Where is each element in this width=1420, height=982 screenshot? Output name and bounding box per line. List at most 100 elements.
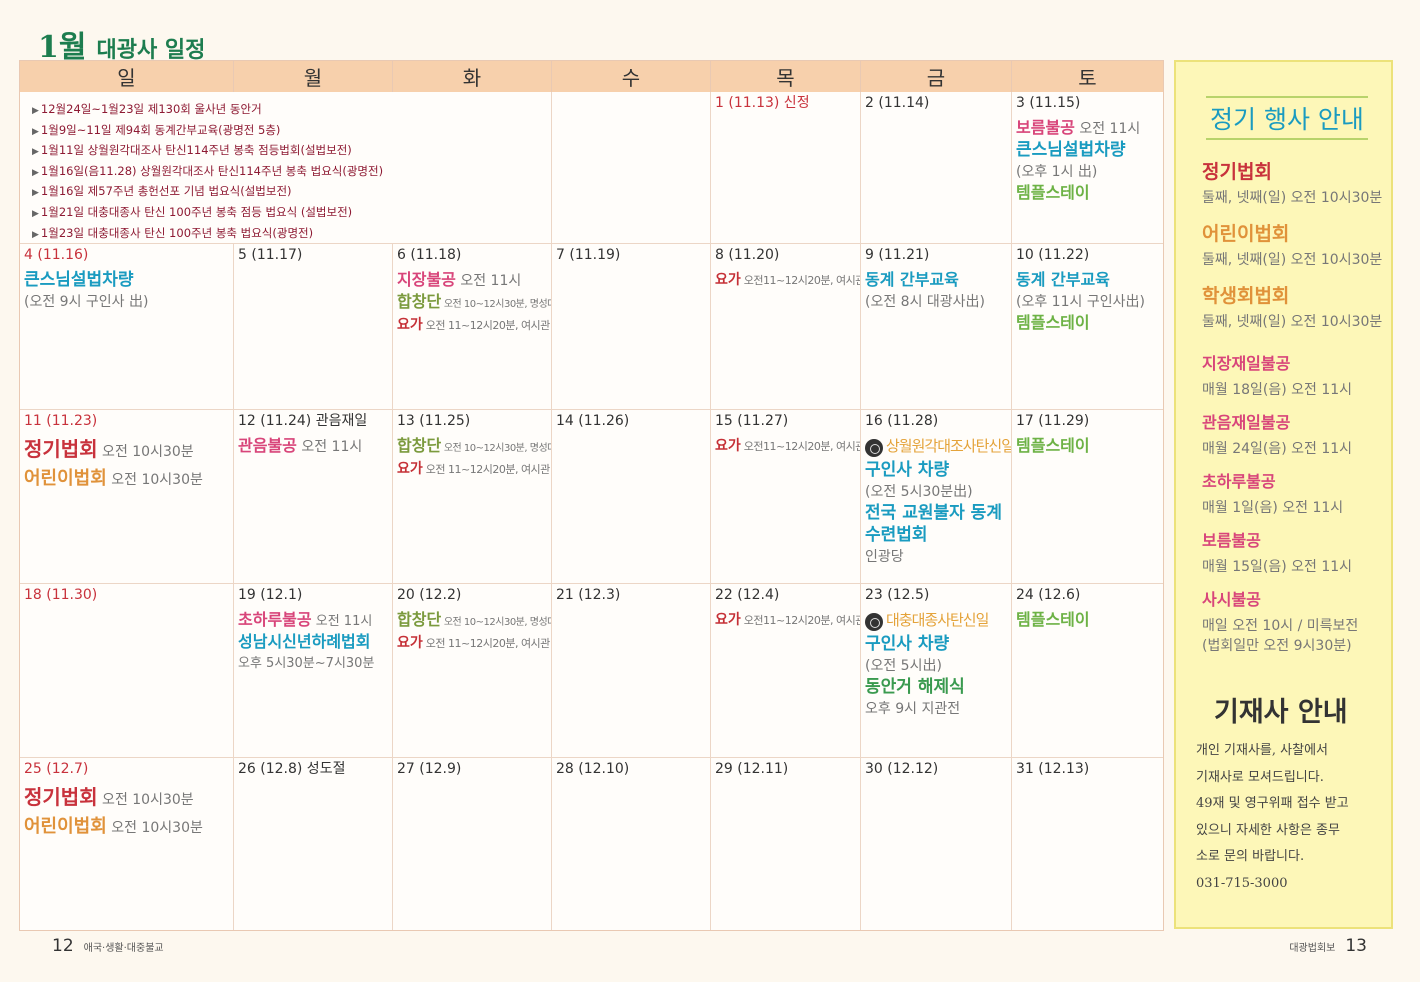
day-cell-17: 17 (11.29) 템플스테이 (1012, 410, 1163, 584)
footer-left: 12 애국·생활·대중불교 (52, 936, 164, 956)
day-date: 25 (12.7) (24, 761, 89, 777)
jesa-line: 개인 기재사를, 사찰에서 (1196, 743, 1328, 758)
day-cell-27: 27 (12.9) (393, 758, 552, 930)
day-date: 5 (11.17) (238, 247, 303, 263)
day-date: 11 (11.23) (24, 413, 98, 429)
event-time: 오전 10시30분 (106, 820, 203, 836)
day-date: 7 (11.19) (556, 247, 621, 263)
event-time: 오전 11~12시20분, 여시관 (422, 463, 551, 476)
sidebar-item-time: 둘째, 넷째(일) 오전 10시30분 (1202, 314, 1383, 330)
sidebar-item: 보름불공 매월 15일(음) 오전 11시 (1202, 529, 1352, 577)
day-date: 12 (11.24) 관음재일 (238, 413, 368, 429)
day-cell-29: 29 (12.11) (711, 758, 861, 930)
event-note: (오후 11시 구인사出) (1016, 294, 1145, 310)
day-date: 18 (11.30) (24, 587, 98, 603)
day-cell-21: 21 (12.3) (552, 584, 711, 758)
day-cell-6: 6 (11.18) 지장불공 오전 11시 합창단 오전 10~12시30분, … (393, 244, 552, 410)
event-title: 템플스테이 (1016, 436, 1090, 455)
sidebar-regular-events: 정기 행사 안내 정기법회 둘째, 넷째(일) 오전 10시30분 어린이법회 … (1174, 60, 1393, 929)
event-note: 오후 9시 지관전 (865, 701, 961, 717)
page-number: 12 (52, 936, 74, 956)
event-title: 템플스테이 (1016, 610, 1090, 629)
event-note: (오전 9시 구인사 出) (24, 294, 149, 310)
event-time: 오전 10~12시30분, 명성대강의실 (443, 443, 551, 454)
sidebar-item-time: 매월 18일(음) 오전 11시 (1202, 382, 1353, 398)
event-time: 오전11~12시20분, 여시관 (740, 274, 861, 287)
event-title: 요가 (715, 272, 741, 288)
sidebar-item: 초하루불공 매월 1일(음) 오전 11시 (1202, 470, 1343, 518)
weekday-sat: 토 (1012, 61, 1163, 92)
sidebar-item-time: 매일 오전 10시 / 미륵보전 (1202, 618, 1359, 634)
event-title: 어린이법회 (24, 468, 107, 489)
event-time: 오전 11시 (296, 439, 363, 455)
weekday-fri: 금 (861, 61, 1012, 92)
day-cell-2: 2 (11.14) (861, 92, 1012, 244)
event-title: 정기법회 (24, 437, 98, 461)
day-cell-3: 3 (11.15) 보름불공 오전 11시 큰스님설법차량 (오후 1시 出) … (1012, 92, 1163, 244)
jesa-phone: 031-715-3000 (1196, 875, 1288, 891)
day-cell-11: 11 (11.23) 정기법회 오전 10시30분 어린이법회 오전 10시30… (20, 410, 234, 584)
notice-item: 1월21일 대충대종사 탄신 100주년 봉축 점등 법요식 (설법보전) (32, 203, 552, 224)
day-date: 17 (11.29) (1016, 413, 1090, 429)
day-cell-28: 28 (12.10) (552, 758, 711, 930)
sidebar-item-time: 둘째, 넷째(일) 오전 10시30분 (1202, 190, 1383, 206)
sidebar-item: 지장재일불공 매월 18일(음) 오전 11시 (1202, 352, 1352, 400)
footer-text: 애국·생활·대중불교 (83, 943, 164, 954)
day-cell-18: 18 (11.30) (20, 584, 234, 758)
day-date: 19 (12.1) (238, 587, 303, 603)
day-date: 16 (11.28) (865, 413, 939, 429)
sidebar-item-name: 정기법회 (1202, 161, 1272, 183)
sidebar-item-time: 매월 24일(음) 오전 11시 (1202, 441, 1353, 457)
jesa-title: 기재사 안내 (1214, 697, 1348, 728)
sidebar-item: 정기법회 둘째, 넷째(일) 오전 10시30분 (1202, 160, 1382, 208)
day-cell-23: 23 (12.5) 대충대종사탄신일 구인사 차량 (오전 5시出) 동안거 해… (861, 584, 1012, 758)
sidebar-item-name: 지장재일불공 (1202, 354, 1291, 373)
jesa-line: 기재사로 모셔드립니다. (1196, 769, 1324, 785)
notice-item: 12월24일~1월23일 제130회 울사년 동안거 (32, 100, 552, 121)
day-date: 4 (11.16) (24, 247, 89, 263)
event-time: 오전 11~12시20분, 여시관 (422, 319, 551, 332)
event-title: 템플스테이 (1016, 313, 1090, 332)
day-cell-22: 22 (12.4) 요가 오전11~12시20분, 여시관 (711, 584, 861, 758)
sidebar-item: 학생회법회 둘째, 넷째(일) 오전 10시30분 (1202, 284, 1382, 332)
sidebar-item: 관음재일불공 매월 24일(음) 오전 11시 (1202, 411, 1352, 459)
weekday-wed: 수 (552, 61, 711, 92)
event-time: 오전11~12시20분, 여시관 (740, 440, 861, 453)
event-title: 템플스테이 (1016, 183, 1090, 202)
page-title: 1월 대광사 일정 (38, 22, 205, 65)
event-note: 인광당 (865, 549, 904, 565)
day-cell-8: 8 (11.20) 요가 오전11~12시20분, 여시관 (711, 244, 861, 410)
day-cell-20: 20 (12.2) 합창단 오전 10~12시30분, 명성대강의실 요가 오전… (393, 584, 552, 758)
sidebar-item-time: (법회일만 오전 9시30분) (1202, 638, 1352, 654)
day-cell-10: 10 (11.22) 동계 간부교육 (오후 11시 구인사出) 템플스테이 (1012, 244, 1163, 410)
event-title: 합창단 (397, 292, 442, 311)
event-note: 오후 5시30분~7시30분 (238, 656, 375, 671)
notice-list: 12월24일~1월23일 제130회 울사년 동안거 1월9일~11일 제94회… (32, 100, 552, 244)
footer-right: 대광법회보 13 (1289, 936, 1367, 956)
sidebar-item-name: 학생회법회 (1202, 285, 1290, 307)
bell-icon (865, 438, 883, 457)
jesa-line: 49재 및 영구위패 접수 받고 (1196, 796, 1349, 811)
notice-item: 1월16일 제57주년 총헌선포 기념 법요식(설법보전) (32, 182, 552, 203)
day-date: 1 (11.13) 신정 (715, 95, 810, 111)
empty-cell (552, 92, 711, 244)
day-cell-15: 15 (11.27) 요가 오전11~12시20분, 여시관 (711, 410, 861, 584)
notice-item: 1월11일 상월원각대조사 탄신114주년 봉축 점등법회(설법보전) (32, 141, 552, 162)
day-date: 20 (12.2) (397, 587, 462, 603)
event-title: 요가 (397, 317, 423, 333)
event-title: 합창단 (397, 610, 442, 629)
day-date: 23 (12.5) (865, 587, 930, 603)
event-time: 오전 11시 (455, 273, 522, 289)
notice-item: 1월9일~11일 제94회 동계간부교육(광명전 5층) (32, 121, 552, 142)
day-cell-19: 19 (12.1) 초하루불공 오전 11시 성남시신년하례법회 오후 5시30… (234, 584, 393, 758)
jesa-line: 소로 문의 바랍니다. (1196, 849, 1305, 864)
event-title: 큰스님설법차량 (24, 270, 134, 290)
footer-text: 대광법회보 (1289, 943, 1336, 954)
day-date: 27 (12.9) (397, 761, 462, 777)
event-time: 오전 11시 (311, 614, 373, 629)
day-cell-9: 9 (11.21) 동계 간부교육 (오전 8시 대광사出) (861, 244, 1012, 410)
day-date: 21 (12.3) (556, 587, 621, 603)
day-cell-7: 7 (11.19) (552, 244, 711, 410)
event-title: 상월원각대조사탄신일 (886, 437, 1012, 455)
day-cell-30: 30 (12.12) (861, 758, 1012, 930)
